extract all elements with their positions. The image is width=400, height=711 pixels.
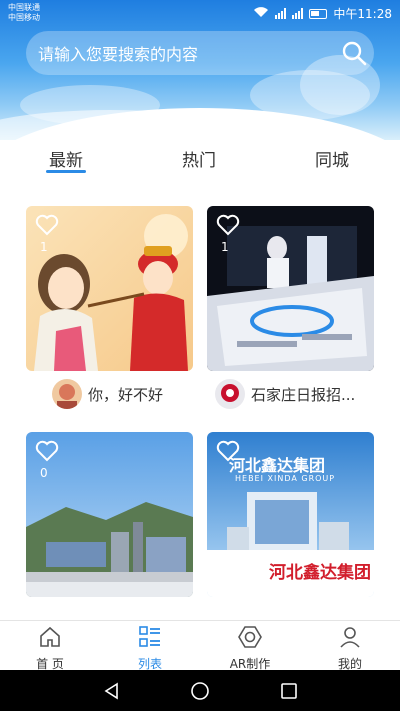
nav-list[interactable]: 列表 [120,625,180,672]
tab-hot[interactable]: 热门 [182,146,216,171]
signal-icon-2 [292,8,304,19]
content-card[interactable]: 1 [207,206,374,371]
card-image-factory[interactable]: 0 [26,432,193,597]
brochure-banner: 河北鑫达集团 [269,563,371,583]
content-card[interactable]: 1 [26,206,193,371]
card-author[interactable]: 石家庄日报招... [215,379,355,409]
card-author[interactable]: 你，好不好 [52,379,163,409]
signal-icon [275,8,287,19]
category-tabs: 最新 热门 同城 [0,140,400,180]
home-circle-icon[interactable] [190,681,210,705]
system-nav-bar [0,670,400,711]
avatar [215,379,245,409]
content-card[interactable]: 0 [26,432,193,597]
card-image-cartoon[interactable]: 1 [26,206,193,371]
tab-active-indicator [46,170,86,173]
like-count: 1 [221,240,229,254]
clock: 中午11:28 [333,7,392,21]
list-icon [138,625,162,653]
heart-icon[interactable] [34,438,60,464]
tab-latest[interactable]: 最新 [49,146,83,171]
heart-icon[interactable] [215,212,241,238]
wifi-icon [253,6,269,21]
brochure-title: 河北鑫达集团 [229,456,326,475]
search-bar[interactable]: 请输入您要搜索的内容 [26,31,374,75]
card-image-newspaper[interactable]: 1 [207,206,374,371]
nav-home[interactable]: 首 页 [20,625,80,672]
carrier-labels: 中国联通 中国移动 [8,3,40,22]
back-icon[interactable] [102,681,122,705]
nav-mine[interactable]: 我的 [320,625,380,672]
author-name: 石家庄日报招... [251,385,356,404]
search-input[interactable]: 请输入您要搜索的内容 [38,41,334,65]
like-count: 0 [40,466,48,480]
nav-ar[interactable]: AR制作 [220,625,280,672]
avatar [52,379,82,409]
recents-icon[interactable] [279,681,299,705]
search-icon[interactable] [334,33,374,73]
battery-icon [309,8,328,19]
status-bar: 中国联通 中国移动 中午11:28 [0,0,400,26]
author-name: 你，好不好 [88,385,164,404]
like-count: 1 [40,240,48,254]
card-image-brochure[interactable]: 河北鑫达集团 HEBEI XINDA GROUP 河北鑫达集团 [207,432,374,597]
content-card[interactable]: 河北鑫达集团 HEBEI XINDA GROUP 河北鑫达集团 [207,432,374,597]
brochure-subtitle: HEBEI XINDA GROUP [235,474,336,483]
tab-local[interactable]: 同城 [315,146,349,171]
bottom-nav: 首 页 列表 AR制作 我的 [0,620,400,672]
user-icon [338,625,362,653]
ar-camera-icon [237,625,263,653]
heart-icon[interactable] [34,212,60,238]
home-icon [38,625,62,653]
